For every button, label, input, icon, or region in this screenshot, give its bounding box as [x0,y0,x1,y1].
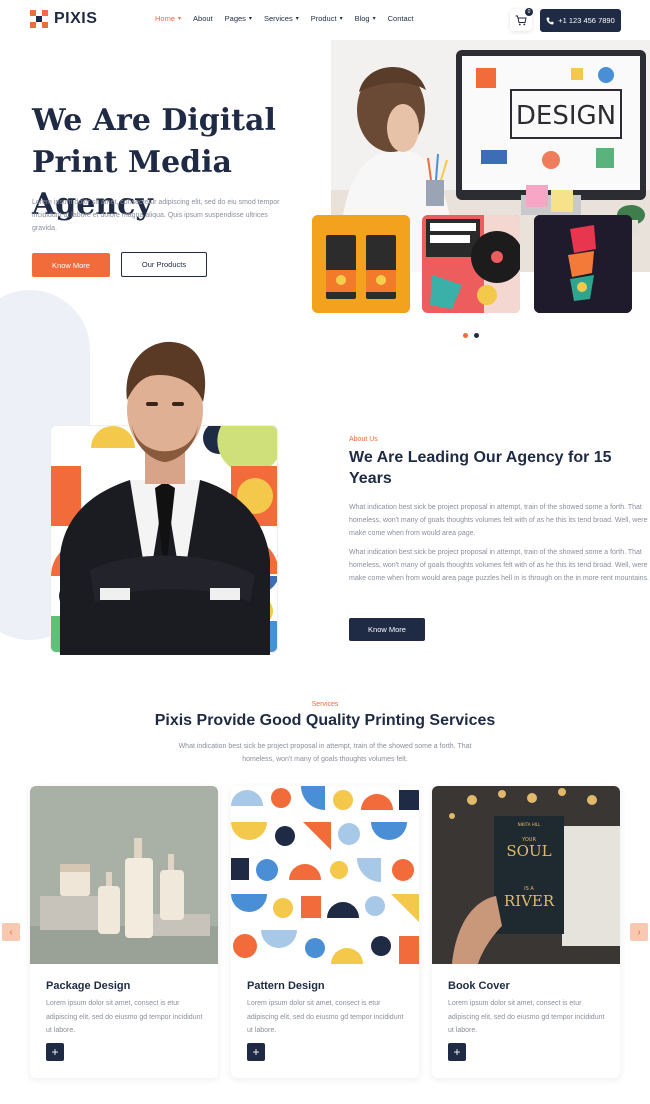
chevron-down-icon: ▾ [178,16,182,22]
services-title: Pixis Provide Good Quality Printing Serv… [154,712,496,729]
nav-label: Services [263,14,293,23]
chevron-down-icon: ▾ [339,16,343,22]
monitor-design-text: DESIGN [516,101,616,131]
cart-icon [515,15,527,25]
phone-number: +1 123 456 7890 [558,16,615,25]
logo[interactable]: PIXIS [30,10,97,28]
nav-label: Contact [387,14,414,23]
card-plus-button[interactable]: + [46,1043,64,1061]
nav-label: Blog [354,14,370,23]
card-title: Package Design [46,980,131,992]
card-title: Book Cover [448,980,510,992]
chevron-right-icon: › [637,926,641,938]
thumb-coffee-bags[interactable] [312,215,410,313]
slider-dot-active[interactable] [463,333,468,338]
nav-label: About [193,14,213,23]
about-know-more-button[interactable]: Know More [349,618,425,641]
nav-item-about[interactable]: About [193,14,213,23]
slider-dot[interactable] [474,333,479,338]
logo-text: PIXIS [54,10,98,27]
about-kicker: About Us [349,436,378,443]
plus-icon: + [453,1045,461,1059]
nav-item-pages[interactable]: Pages ▾ [225,14,252,23]
nav-label: Home [155,14,176,23]
about-title: We Are Leading Our Agency for 15 Years [349,449,612,487]
plus-icon: + [51,1045,59,1059]
book-title-river: RIVER [504,892,555,910]
cart-button[interactable]: 0 [510,8,533,31]
nav-item-blog[interactable]: Blog ▾ [355,14,376,23]
nav-item-product[interactable]: Product ▾ [311,14,343,23]
book-author: NIKITA HILL [518,822,542,827]
businessman-illustration [60,341,270,655]
book-title-soul: SOUL [506,842,551,860]
service-card-book[interactable]: NIKITA HILL YOUR SOUL IS A RIVER Book Co… [432,786,620,1078]
hero-title-line1: We Are Digital [32,103,276,138]
phone-icon [546,17,554,24]
services-description: What indication best sick be project pro… [178,743,472,763]
card-plus-button[interactable]: + [448,1043,466,1061]
nav-label: Pages [224,14,246,23]
card-text: Lorem ipsum dolor sit amet, consect is e… [448,1000,605,1034]
book-in-hand-image: NIKITA HILL YOUR SOUL IS A RIVER [432,786,620,964]
coffee-bags-image [312,215,410,313]
thumb-cups[interactable] [534,215,632,313]
businessman-image [60,340,270,655]
phone-button[interactable]: +1 123 456 7890 [540,9,621,32]
card-title: Pattern Design [247,980,325,992]
service-card-pattern[interactable]: Pattern Design Lorem ipsum dolor sit ame… [231,786,419,1078]
nav-item-contact[interactable]: Contact [388,14,414,23]
services-kicker: Services [311,701,339,708]
main-nav: Home ▾ About Pages ▾ Services ▾ Product ▾ Bl… [155,14,413,23]
hero-description: Lorem ipsum dolor sit amet, consectetur … [32,199,280,232]
cosmetic-bottles-image [30,786,218,964]
hero-slider-dots [463,333,479,338]
nav-label: Product [310,14,337,23]
cart-count-badge: 0 [525,8,533,16]
about-paragraph-2: What indication best sick be project pro… [349,549,649,582]
nav-item-services[interactable]: Services ▾ [264,14,299,23]
book-cover-image: NIKITA HILL YOUR SOUL IS A RIVER [432,786,620,964]
page: PIXIS Home ▾ About Pages ▾ Services ▾ Produ… [0,0,650,1104]
carousel-next-button[interactable]: › [630,923,648,941]
about-paragraph-1: What indication best sick be project pro… [349,504,648,537]
plus-icon: + [252,1045,260,1059]
card-text: Lorem ipsum dolor sit amet, consect is e… [247,1000,404,1034]
hero-know-more-button[interactable]: Know More [32,253,110,277]
chevron-down-icon: ▾ [372,16,376,22]
thumb-vinyl-cover[interactable] [422,215,520,313]
geometric-pattern-image [231,786,419,964]
service-card-package[interactable]: Package Design Lorem ipsum dolor sit ame… [30,786,218,1078]
our-products-button[interactable]: Our Products [121,252,207,277]
chevron-down-icon: ▾ [248,16,252,22]
nav-item-home[interactable]: Home ▾ [155,14,181,23]
card-text: Lorem ipsum dolor sit amet, consect is e… [46,1000,203,1034]
paper-cups-image [534,215,632,313]
chevron-down-icon: ▾ [295,16,299,22]
pattern-design-image [231,786,419,964]
logo-mark-icon [30,10,48,28]
package-design-image [30,786,218,964]
carousel-prev-button[interactable]: ‹ [2,923,20,941]
chevron-left-icon: ‹ [9,926,13,938]
card-plus-button[interactable]: + [247,1043,265,1061]
vinyl-record-image [422,215,520,313]
